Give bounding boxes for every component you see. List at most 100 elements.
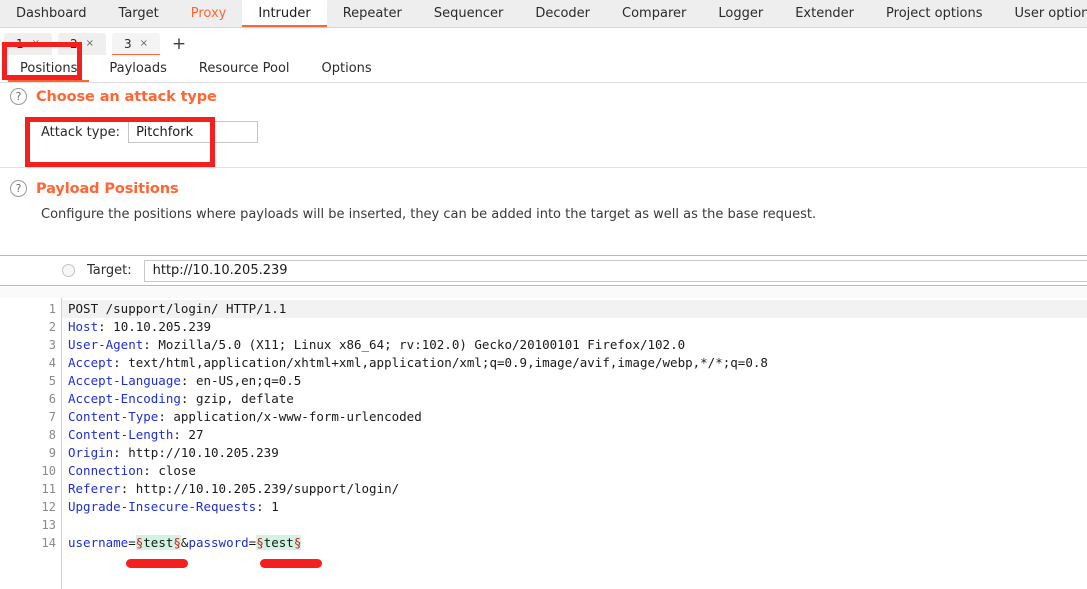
request-line: Host: 10.10.205.239	[62, 318, 1087, 336]
tab-resource-pool-label: Resource Pool	[199, 61, 290, 76]
attack-type-row: Attack type: Pitchfork	[0, 121, 1087, 143]
header-value: 1	[264, 499, 279, 514]
line-number: 9	[0, 444, 61, 462]
tab-sequencer[interactable]: Sequencer	[418, 0, 519, 27]
line-number: 14	[0, 534, 61, 552]
help-icon[interactable]: ?	[10, 88, 27, 105]
attack-type-select[interactable]: Pitchfork	[128, 121, 258, 143]
payload-positions-section: ? Payload Positions Configure the positi…	[0, 180, 1087, 240]
sub-tab-bar: Positions Payloads Resource Pool Options	[0, 55, 1087, 83]
tab-target-label: Target	[119, 6, 159, 21]
tab-user-options[interactable]: User options	[999, 0, 1087, 27]
tab-options-label: Options	[322, 61, 372, 76]
header-name: Accept-Encoding	[68, 391, 181, 406]
attack-tab-3[interactable]: 3 ×	[112, 33, 160, 55]
line-number: 3	[0, 336, 61, 354]
attack-tab-1-number: 1	[16, 37, 24, 51]
editor-top-band	[0, 287, 1087, 298]
tab-options[interactable]: Options	[306, 55, 388, 82]
tab-proxy-label: Proxy	[191, 6, 227, 21]
tab-project-options[interactable]: Project options	[870, 0, 999, 27]
body-equals: =	[128, 535, 136, 550]
close-icon[interactable]: ×	[140, 39, 148, 49]
line-number: 12	[0, 498, 61, 516]
tab-dashboard[interactable]: Dashboard	[0, 0, 103, 27]
line-number: 10	[0, 462, 61, 480]
request-code[interactable]: POST /support/login/ HTTP/1.1 Host: 10.1…	[62, 298, 1087, 589]
marker-symbol-open: §	[256, 535, 264, 550]
tab-intruder[interactable]: Intruder	[242, 0, 326, 27]
main-tab-bar: Dashboard Target Proxy Intruder Repeater…	[0, 0, 1087, 28]
tab-positions-label: Positions	[20, 61, 77, 76]
payload-value-password: test	[264, 535, 294, 550]
tab-payloads[interactable]: Payloads	[93, 55, 182, 82]
section-divider	[0, 167, 1087, 168]
close-icon[interactable]: ×	[86, 39, 94, 49]
tab-resource-pool[interactable]: Resource Pool	[183, 55, 306, 82]
payload-positions-description: Configure the positions where payloads w…	[0, 207, 1087, 222]
attack-tab-3-number: 3	[124, 37, 132, 51]
target-input[interactable]: http://10.10.205.239	[144, 260, 1087, 282]
line-number: 2	[0, 318, 61, 336]
header-colon: :	[256, 499, 264, 514]
header-name: Accept	[68, 355, 113, 370]
line-number-gutter: 1 2 3 4 5 6 7 8 9 10 11 12 13 14	[0, 298, 62, 589]
tab-repeater[interactable]: Repeater	[327, 0, 418, 27]
header-colon: :	[98, 319, 106, 334]
header-name: User-Agent	[68, 337, 143, 352]
tab-proxy[interactable]: Proxy	[175, 0, 243, 27]
request-editor[interactable]: 1 2 3 4 5 6 7 8 9 10 11 12 13 14 POST /s…	[0, 298, 1087, 589]
header-value: gzip, deflate	[188, 391, 293, 406]
tab-payloads-label: Payloads	[109, 61, 166, 76]
header-colon: :	[173, 427, 181, 442]
tab-extender[interactable]: Extender	[779, 0, 870, 27]
line-number: 11	[0, 480, 61, 498]
header-colon: :	[113, 445, 121, 460]
tab-logger-label: Logger	[718, 6, 763, 21]
header-colon: :	[158, 409, 166, 424]
request-line: Origin: http://10.10.205.239	[62, 444, 1087, 462]
close-icon[interactable]: ×	[32, 39, 40, 49]
attack-tab-2[interactable]: 2 ×	[58, 33, 106, 55]
header-value: 27	[181, 427, 204, 442]
request-line: User-Agent: Mozilla/5.0 (X11; Linux x86_…	[62, 336, 1087, 354]
header-value: http://10.10.205.239/support/login/	[128, 481, 399, 496]
tab-intruder-label: Intruder	[258, 6, 310, 21]
header-name: Referer	[68, 481, 121, 496]
tab-decoder[interactable]: Decoder	[519, 0, 606, 27]
payload-positions-header: ? Payload Positions	[0, 180, 1087, 197]
attack-type-selected-value: Pitchfork	[136, 125, 193, 140]
attack-tab-1[interactable]: 1 ×	[4, 33, 52, 55]
attack-type-title: Choose an attack type	[36, 89, 217, 105]
line-number: 13	[0, 516, 61, 534]
header-colon: :	[113, 355, 121, 370]
tab-decoder-label: Decoder	[535, 6, 590, 21]
help-icon[interactable]: ?	[10, 180, 27, 197]
tab-comparer[interactable]: Comparer	[606, 0, 702, 27]
line-number: 1	[0, 300, 61, 318]
header-value: close	[151, 463, 196, 478]
tab-positions[interactable]: Positions	[4, 55, 93, 82]
add-tab-button[interactable]: +	[166, 33, 192, 55]
marker-symbol-close: §	[173, 535, 181, 550]
tab-repeater-label: Repeater	[343, 6, 402, 21]
tab-dashboard-label: Dashboard	[16, 6, 87, 21]
attack-tab-2-number: 2	[70, 37, 78, 51]
gear-icon[interactable]	[62, 264, 75, 277]
line-number: 7	[0, 408, 61, 426]
tab-project-options-label: Project options	[886, 6, 983, 21]
payload-marker-password[interactable]: §test§	[256, 535, 301, 550]
header-value: 10.10.205.239	[106, 319, 211, 334]
tab-comparer-label: Comparer	[622, 6, 686, 21]
payload-marker-username[interactable]: §test§	[136, 535, 181, 550]
attack-type-header: ? Choose an attack type	[0, 88, 1087, 105]
line-number: 4	[0, 354, 61, 372]
tab-target[interactable]: Target	[103, 0, 175, 27]
header-name: Connection	[68, 463, 143, 478]
request-line: Referer: http://10.10.205.239/support/lo…	[62, 480, 1087, 498]
tab-sequencer-label: Sequencer	[434, 6, 503, 21]
payload-value-username: test	[143, 535, 173, 550]
header-value: application/x-www-form-urlencoded	[166, 409, 422, 424]
tab-logger[interactable]: Logger	[702, 0, 779, 27]
payload-positions-title: Payload Positions	[36, 181, 178, 197]
